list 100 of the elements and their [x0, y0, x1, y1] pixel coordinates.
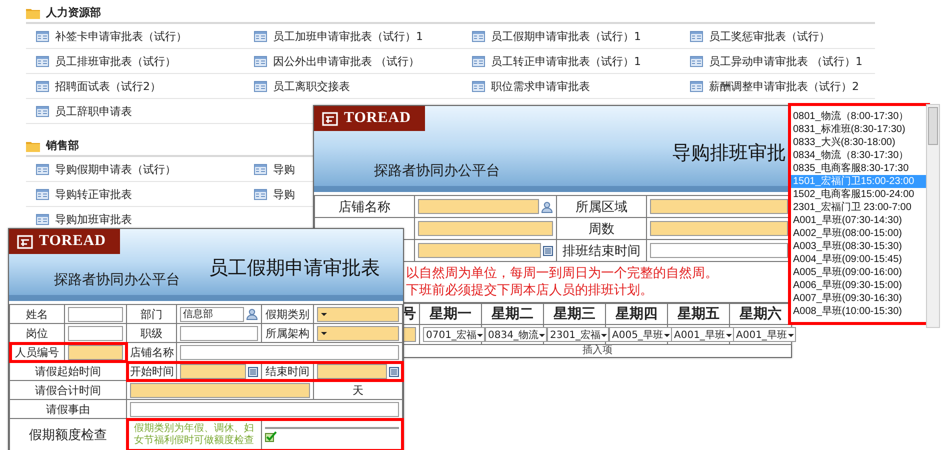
section-title: 人力资源部 — [46, 5, 101, 20]
form-icon — [36, 188, 49, 200]
form-icon — [36, 80, 49, 92]
form-link[interactable]: 职位需求申请审批表 — [472, 74, 590, 98]
form-link[interactable]: 招聘面试表（试行2） — [36, 74, 161, 98]
dropdown-option[interactable]: A005_早班(09:00-16:00) — [791, 266, 927, 279]
form-link[interactable]: 员工转正申请审批表（试行）1 — [472, 49, 641, 73]
dropdown-option[interactable]: 0834_物流（8:30-17:30） — [791, 149, 927, 162]
dropdown-option[interactable]: 0831_标准班(8:30-17:30) — [791, 123, 927, 136]
column-header: 星期五 — [676, 305, 720, 323]
person-icon[interactable] — [246, 308, 258, 320]
input-field[interactable] — [650, 221, 788, 236]
insert-label: 插入项 — [582, 345, 612, 356]
dropdown-option[interactable]: 1502_电商客服15:00-24:00 — [791, 188, 927, 201]
form-icon — [36, 164, 49, 174]
logo: TOREAD — [9, 229, 120, 254]
input-field[interactable] — [418, 243, 541, 258]
form-icon — [472, 80, 485, 92]
form-icon — [690, 30, 703, 42]
input-field[interactable] — [650, 199, 788, 214]
platform-name: 探路者协同办公平台 — [373, 162, 501, 181]
form-link[interactable]: 员工排班审批表（试行） — [36, 49, 176, 73]
column-header: 星期四 — [614, 305, 658, 323]
folder-icon — [26, 140, 40, 152]
form-link[interactable]: 员工异动申请审批表 （试行）1 — [690, 49, 862, 73]
form-icon — [36, 214, 49, 224]
input-field[interactable] — [180, 364, 246, 378]
notice-text: 下班前必须提交下周本店人员的排班计划。 — [406, 282, 654, 299]
dropdown-option[interactable]: A002_早班(08:00-15:00) — [791, 227, 927, 240]
field-label: 请假起始时间 — [34, 364, 102, 378]
shift-select[interactable]: 0701_宏福 — [423, 327, 486, 342]
dropdown-option[interactable]: A003_早班(08:30-15:30) — [791, 240, 927, 253]
form-link[interactable]: 因公外出申请审批表 （试行） — [254, 49, 420, 73]
select-field[interactable] — [317, 326, 399, 340]
dropdown-option[interactable]: 0801_物流（8:00-17:30） — [791, 110, 927, 123]
form-link[interactable]: 员工奖惩审批表（试行） — [690, 24, 830, 48]
field-label: 周数 — [588, 220, 616, 238]
dropdown-option[interactable]: A008_早班(10:00-15:30) — [791, 305, 927, 318]
person-icon[interactable] — [541, 200, 553, 212]
dropdown-option[interactable]: A004_早班(09:00-15:45) — [791, 253, 927, 266]
shift-select[interactable]: 0834_物流 — [485, 327, 548, 342]
dropdown-option[interactable]: 2301_宏福门卫 23:00-7:00 — [791, 201, 927, 214]
form-link[interactable]: 导购假期申请表（试行） — [36, 157, 176, 181]
calendar-icon[interactable] — [248, 366, 258, 376]
input-field[interactable] — [650, 243, 788, 258]
form-link[interactable]: 员工离职交接表 — [254, 74, 350, 98]
input-field[interactable] — [317, 364, 387, 378]
field-label: 职级 — [140, 326, 164, 340]
column-header: 星期二 — [490, 305, 534, 323]
form-link[interactable]: 导购 — [254, 157, 295, 181]
form-link[interactable]: 员工辞职申请表 — [36, 99, 132, 123]
column-header: 号 — [402, 305, 416, 323]
input-field[interactable] — [68, 326, 123, 340]
form-icon — [254, 164, 267, 174]
input-field[interactable] — [180, 326, 258, 340]
shift-select[interactable]: A001_早班 — [733, 327, 796, 342]
unit-label: 天 — [352, 382, 364, 398]
input-field[interactable]: 信息部 — [180, 306, 244, 322]
input-field[interactable] — [418, 221, 553, 236]
section-title: 销售部 — [46, 138, 79, 153]
form-link[interactable]: 员工加班申请审批表（试行）1 — [254, 24, 423, 48]
form-icon — [472, 30, 485, 42]
shift-select[interactable]: A001_早班 — [671, 327, 734, 342]
check-icon[interactable] — [265, 431, 277, 442]
input-field[interactable] — [68, 344, 123, 360]
calendar-icon[interactable] — [543, 245, 553, 256]
shift-select[interactable]: A005_早班 — [609, 327, 672, 342]
select-field[interactable] — [317, 306, 399, 322]
calendar-icon[interactable] — [389, 366, 399, 376]
field-label: 岗位 — [25, 326, 49, 340]
form-link[interactable]: 导购加班审批表 — [36, 207, 132, 231]
input-field[interactable] — [418, 199, 539, 214]
folder-icon — [26, 6, 40, 18]
dropdown-option[interactable]: A007_早班(09:30-16:30) — [791, 292, 927, 305]
dropdown-option[interactable]: A001_早班(07:30-14:30) — [791, 214, 927, 227]
field-label: 请假事由 — [45, 402, 91, 416]
input-field[interactable] — [68, 306, 123, 322]
form-icon — [36, 106, 49, 116]
shift-select[interactable]: 2301_宏福 — [547, 327, 610, 342]
dropdown-option[interactable]: A006_早班(09:30-15:00) — [791, 279, 927, 292]
caret-icon — [320, 310, 328, 318]
form-title: 导购排班审批 — [672, 141, 786, 166]
form-link[interactable]: 导购转正审批表 — [36, 182, 132, 206]
form-icon — [254, 188, 267, 200]
field-label: 所属架构 — [265, 326, 310, 340]
dropdown-option[interactable]: 0835_电商客服8:30-17:30 — [791, 162, 927, 175]
field-label: 姓名 — [25, 306, 49, 322]
form-link[interactable]: 薪酬调整申请审批表（试行）2 — [690, 74, 859, 98]
scrollbar[interactable] — [926, 104, 940, 328]
input-field[interactable] — [180, 344, 399, 360]
form-link[interactable]: 导购 — [254, 182, 295, 206]
form-icon — [254, 80, 267, 92]
input-field[interactable] — [130, 402, 399, 416]
form-icon — [254, 30, 267, 42]
input-field[interactable] — [130, 382, 310, 398]
form-link[interactable]: 补签卡申请审批表（试行） — [36, 24, 187, 48]
form-link[interactable]: 员工假期申请审批表（试行）1 — [472, 24, 641, 48]
dropdown-option[interactable]: 0833_大兴(8:30-18:00) — [791, 136, 927, 149]
field-label: 假期类别 — [265, 306, 310, 322]
column-header: 星期六 — [738, 305, 782, 323]
